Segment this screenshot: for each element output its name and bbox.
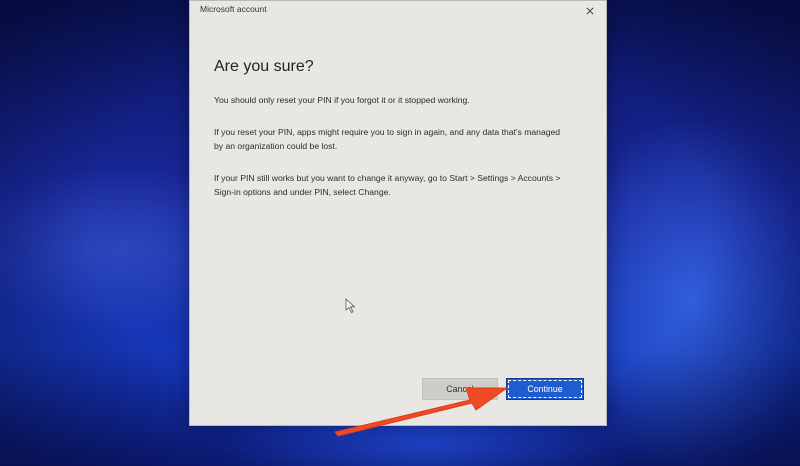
- dialog-paragraph: If your PIN still works but you want to …: [214, 173, 561, 197]
- continue-button[interactable]: Continue: [506, 378, 584, 400]
- cancel-button[interactable]: Cancel: [422, 378, 498, 400]
- title-bar: Microsoft account: [190, 1, 606, 19]
- dialog-paragraph: If you reset your PIN, apps might requir…: [214, 127, 561, 151]
- window-title: Microsoft account: [200, 4, 267, 14]
- microsoft-account-dialog: Microsoft account Are you sure? You shou…: [189, 0, 607, 426]
- dialog-paragraph: You should only reset your PIN if you fo…: [214, 95, 470, 105]
- close-icon: [586, 7, 594, 15]
- dialog-heading: Are you sure?: [214, 58, 314, 75]
- close-button[interactable]: [580, 3, 600, 19]
- mouse-pointer-icon: [345, 298, 356, 314]
